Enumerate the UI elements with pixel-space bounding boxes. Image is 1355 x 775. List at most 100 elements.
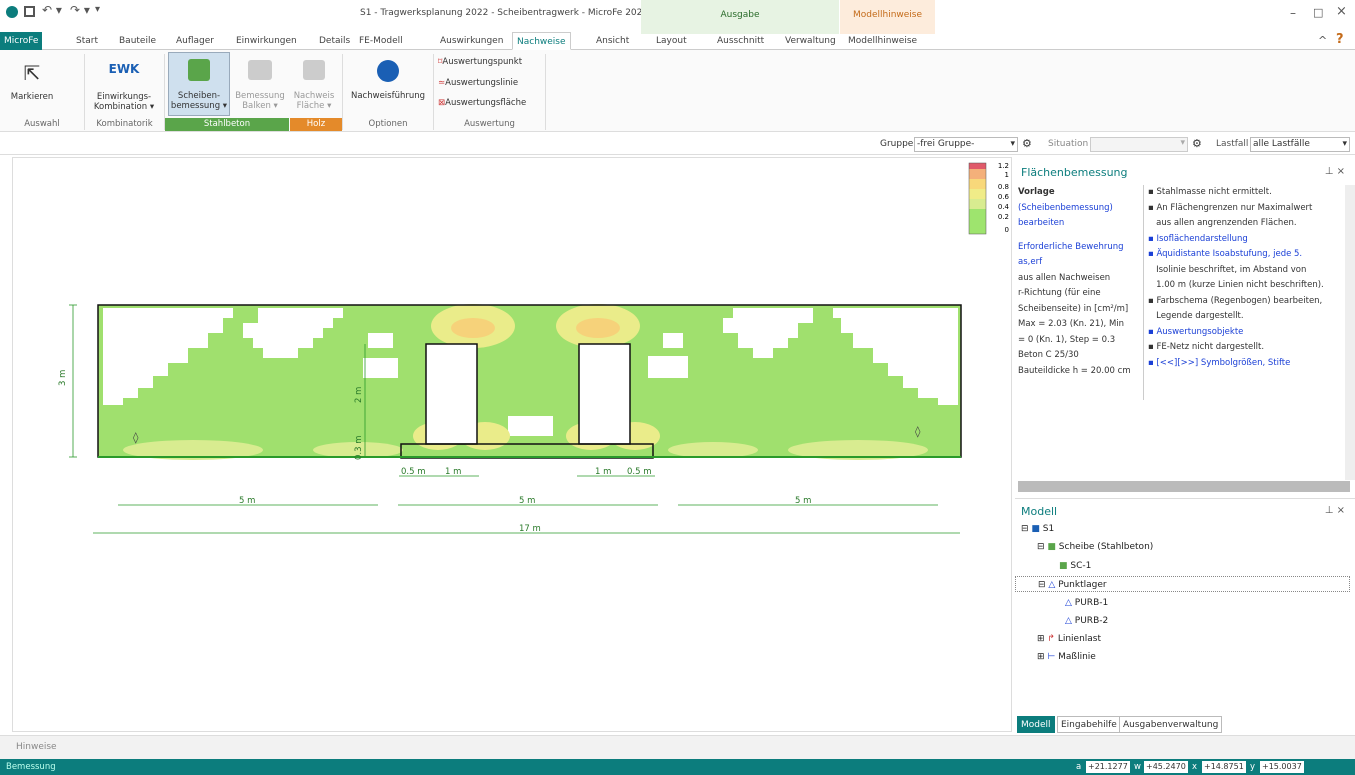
auswertungsflaeche-button[interactable]: ⊠Auswertungsfläche [438, 98, 526, 108]
maximize-icon[interactable]: □ [1313, 6, 1323, 19]
ewk-button[interactable]: EWK Einwirkungs- Kombination ▾ [88, 54, 160, 112]
save-icon[interactable] [24, 6, 35, 17]
option-line[interactable]: ▪ Isoflächendarstellung [1148, 232, 1348, 248]
dicke-text: Bauteildicke h = 20.00 cm [1018, 365, 1131, 376]
scheibenbemessung-button[interactable]: Scheiben- bemessung ▾ [168, 52, 230, 116]
as-erf-link[interactable]: as,erf [1018, 255, 1140, 271]
minimize-icon[interactable]: – [1290, 6, 1296, 20]
tab-start[interactable]: Start [72, 32, 102, 50]
qat-dropdown-icon[interactable]: ▾ [95, 4, 100, 15]
option-line[interactable]: ▪ [<<][>>] Symbolgrößen, Stifte [1148, 356, 1348, 372]
svg-text:◊: ◊ [915, 425, 921, 438]
bearbeiten-link[interactable]: bearbeiten [1018, 216, 1140, 232]
tree-item-s1[interactable]: ⊟ ■ S1 [1021, 521, 1054, 537]
group-holz: Holz [290, 118, 342, 131]
a-value: +21.1277 [1086, 761, 1130, 773]
collapse-ribbon-icon[interactable]: ^ [1318, 34, 1327, 47]
panel-title: Flächenbemessung [1021, 166, 1128, 179]
panel-vertical-scrollbar[interactable] [1345, 185, 1355, 480]
tab-einwirkungen[interactable]: Einwirkungen [232, 32, 301, 50]
scheibenseite-text: Scheibenseite) in [cm²/m] [1018, 303, 1129, 314]
status-bar: Bemessung a +21.1277 w +45.2470 x +14.87… [0, 759, 1355, 775]
tab-details[interactable]: Details [315, 32, 354, 50]
nachweis-flaeche-button[interactable]: Nachweis Fläche ▾ [292, 54, 336, 111]
tab-microfe[interactable]: MicroFe [0, 32, 42, 50]
bewehrung-link[interactable]: Erforderliche Bewehrung [1018, 240, 1140, 256]
tab-nachweise[interactable]: Nachweise [512, 32, 571, 50]
tree-item-purb2[interactable]: △ PURB-2 [1065, 613, 1108, 629]
folder-icon: ■ [1031, 524, 1040, 534]
tab-auswirkungen[interactable]: Auswirkungen [436, 32, 507, 50]
tab-modell[interactable]: Modell [1017, 716, 1055, 733]
tab-ausschnitt[interactable]: Ausschnitt [713, 32, 768, 50]
legend-swatch [969, 179, 986, 189]
legend-swatch [969, 163, 986, 169]
richtung-text: r-Richtung (für eine [1018, 288, 1101, 298]
legend-label: 1.2 [998, 162, 1009, 170]
option-line[interactable]: ▪ An Flächengrenzen nur Maximalwert [1148, 201, 1348, 217]
legend-swatch [969, 209, 986, 219]
tab-bauteile[interactable]: Bauteile [115, 32, 160, 50]
dim-3m: 3 m [58, 370, 68, 386]
tab-modellhinweise[interactable]: Modellhinweise [844, 32, 921, 50]
tab-ausgabenverwaltung[interactable]: Ausgabenverwaltung [1119, 716, 1223, 733]
legend-label: 0 [1005, 226, 1009, 234]
tree-item-punktlager[interactable]: ⊟ △ Punktlager [1015, 576, 1350, 592]
markieren-button[interactable]: ⇱ Markieren [2, 54, 62, 102]
tree-item-linienlast[interactable]: ⊞ ↱ Linienlast [1037, 631, 1101, 647]
model-canvas[interactable]: 1.2 1 0.8 0.6 0.4 0.2 0 ◊ ◊ 3 m 2 m 0.3 … [12, 157, 1012, 732]
lastfall-select[interactable]: alle Lastfälle ▾ [1250, 137, 1350, 152]
tab-layout[interactable]: Layout [652, 32, 691, 50]
group-optionen: Optionen [368, 119, 408, 129]
flaechenbemessung-panel: Flächenbemessung ⊥ × Vorlage (Scheibenbe… [1015, 160, 1355, 495]
legend-label: 1 [1005, 171, 1009, 179]
tab-fe-modell[interactable]: FE-Modell [355, 32, 407, 50]
bemessung-balken-button[interactable]: Bemessung Balken ▾ [232, 54, 288, 111]
tree-item-scheibe[interactable]: ⊟ ■ Scheibe (Stahlbeton) [1037, 539, 1153, 555]
panel-pin-close-icons[interactable]: ⊥ × [1325, 505, 1345, 516]
dim-2m: 2 m [354, 387, 364, 403]
tab-eingabehilfe[interactable]: Eingabehilfe [1057, 716, 1121, 733]
hinweise-tab[interactable]: Hinweise [16, 742, 57, 752]
dim-05m-a: 0.5 m [401, 467, 426, 477]
redo-icon[interactable]: ↷ ▾ [70, 3, 90, 17]
option-line[interactable]: ▪ FE-Netz nicht dargestellt. [1148, 340, 1348, 356]
dim-5m-a: 5 m [239, 496, 255, 506]
svg-text:◊: ◊ [133, 431, 139, 444]
dim-17m: 17 m [519, 524, 541, 534]
dim-1m-b: 1 m [595, 467, 611, 477]
y-label: y [1250, 762, 1256, 772]
ribbon-tabs: MicroFe Start Bauteile Auflager Einwirku… [0, 32, 1355, 50]
tree-item-sc1[interactable]: ■ SC-1 [1059, 558, 1091, 574]
drawing-svg: 1.2 1 0.8 0.6 0.4 0.2 0 ◊ ◊ 3 m 2 m 0.3 … [58, 162, 1010, 534]
option-line[interactable]: ▪ Stahlmasse nicht ermittelt. [1148, 185, 1348, 201]
option-line[interactable]: ▪ Äquidistante Isoabstufung, jede 5. [1148, 247, 1348, 263]
panel-horizontal-scrollbar[interactable] [1018, 481, 1350, 492]
help-icon[interactable]: ? [1336, 32, 1344, 47]
y-value: +15.0037 [1260, 761, 1304, 773]
nachweisfuehrung-button[interactable]: Nachweisführung [346, 54, 430, 101]
undo-icon[interactable]: ↶ ▾ [42, 3, 62, 17]
tree-item-masslinie[interactable]: ⊞ ⊢ Maßlinie [1037, 649, 1096, 665]
gruppe-select[interactable]: -frei Gruppe- ▾ [914, 137, 1018, 152]
w-value: +45.2470 [1144, 761, 1188, 773]
close-icon[interactable]: × [1336, 4, 1347, 19]
auswertungspunkt-button[interactable]: ⌑Auswertungspunkt [438, 57, 522, 67]
scheibe-icon: ■ [1047, 542, 1056, 552]
group-auswertung: Auswertung [464, 119, 515, 129]
tab-auflager[interactable]: Auflager [172, 32, 218, 50]
tree-item-purb1[interactable]: △ PURB-1 [1065, 595, 1108, 611]
group-stahlbeton: Stahlbeton [165, 118, 289, 131]
situation-settings-icon[interactable]: ⚙ [1192, 137, 1202, 150]
tab-verwaltung[interactable]: Verwaltung [781, 32, 840, 50]
gruppe-settings-icon[interactable]: ⚙ [1022, 137, 1032, 150]
option-line[interactable]: ▪ Farbschema (Regenbogen) bearbeiten, [1148, 294, 1348, 310]
tab-ansicht[interactable]: Ansicht [592, 32, 633, 50]
panel-pin-close-icons[interactable]: ⊥ × [1325, 166, 1345, 177]
option-line[interactable]: ▪ Auswertungsobjekte [1148, 325, 1348, 341]
window-title: S1 - Tragwerksplanung 2022 - Scheibentra… [360, 8, 649, 18]
auswertungslinie-button[interactable]: ≃Auswertungslinie [438, 78, 518, 88]
vorlage-link[interactable]: (Scheibenbemessung) [1018, 201, 1140, 217]
hinweise-bar: Hinweise [0, 735, 1355, 759]
situation-select[interactable]: ▾ [1090, 137, 1188, 152]
